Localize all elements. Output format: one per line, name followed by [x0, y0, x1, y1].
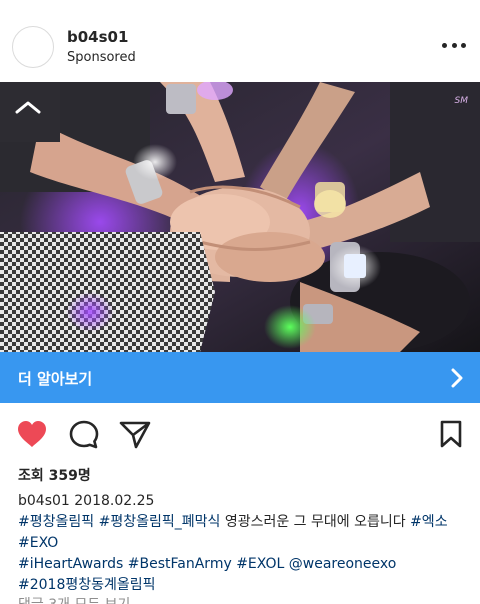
action-bar	[0, 403, 480, 461]
ellipsis-icon[interactable]	[442, 38, 466, 52]
hashtag[interactable]: #평창올림픽	[18, 514, 94, 530]
caption-line: #평창올림픽 #평창올림픽_폐막식 영광스러운 그 무대에 오릅니다 #엑소	[18, 512, 468, 533]
hashtag[interactable]: #평창올림픽_폐막식	[99, 514, 221, 530]
post-header: b04s01 Sponsored	[0, 0, 480, 82]
mention[interactable]: @weareoneexo	[289, 556, 397, 572]
hashtag[interactable]: #2018평창동계올림픽	[18, 577, 156, 593]
watermark: SM	[454, 96, 468, 106]
post-username[interactable]: b04s01	[67, 28, 128, 46]
caption-line: #iHeartAwards #BestFanArmy #EXOL @weareo…	[18, 554, 468, 575]
caption-line: b04s01 2018.02.25	[18, 491, 468, 512]
caption-date: 2018.02.25	[74, 493, 155, 509]
hands-stack-image	[0, 82, 480, 352]
caption-line: #2018평창동계올림픽	[18, 575, 468, 596]
heart-icon[interactable]	[16, 419, 48, 449]
avatar[interactable]	[12, 26, 54, 68]
view-count[interactable]: 조회 359명	[18, 465, 91, 485]
hashtag[interactable]: #EXO	[18, 535, 58, 551]
paper-plane-icon[interactable]	[119, 419, 151, 449]
learn-more-label: 더 알아보기	[18, 370, 93, 388]
view-all-comments-link[interactable]: 댓글 3개 모두 보기	[18, 594, 130, 604]
caption-username[interactable]: b04s01	[18, 493, 70, 509]
hashtag[interactable]: #EXOL	[236, 556, 284, 572]
hashtag[interactable]: #iHeartAwards	[18, 556, 123, 572]
chevron-right-icon	[451, 368, 463, 388]
hashtag[interactable]: #엑소	[410, 514, 448, 530]
chevron-up-icon[interactable]	[14, 98, 42, 116]
learn-more-button[interactable]: 더 알아보기	[0, 352, 480, 403]
speech-bubble-icon[interactable]	[68, 419, 100, 449]
caption-line: #EXO	[18, 533, 468, 554]
post-media-video[interactable]: SM	[0, 82, 480, 352]
bookmark-icon[interactable]	[436, 419, 466, 449]
post-caption: b04s01 2018.02.25 #평창올림픽 #평창올림픽_폐막식 영광스러…	[18, 491, 468, 596]
hashtag[interactable]: #BestFanArmy	[128, 556, 232, 572]
sponsored-label: Sponsored	[67, 50, 136, 65]
caption-text: 영광스러운 그 무대에 오릅니다	[224, 514, 406, 530]
